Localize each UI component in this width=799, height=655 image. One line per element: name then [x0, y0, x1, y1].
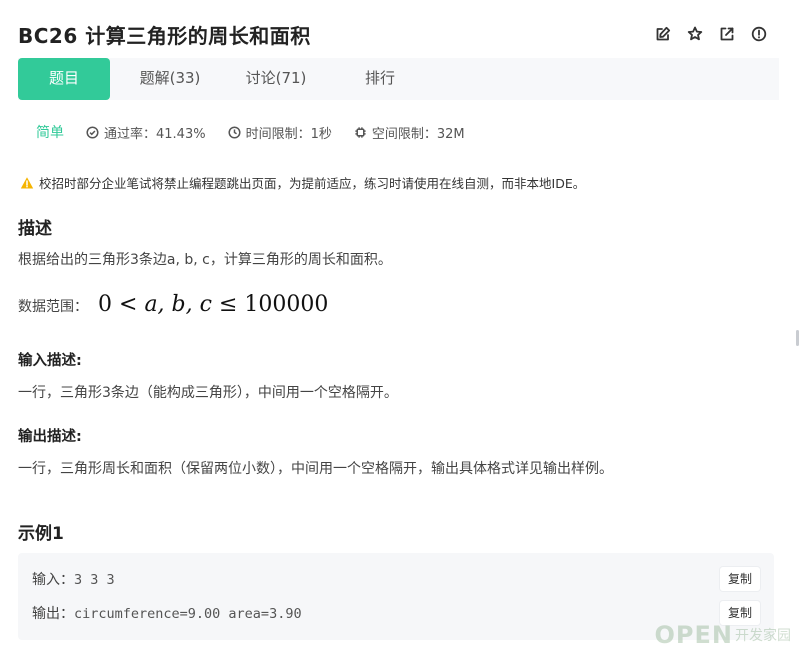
info-icon[interactable] [749, 24, 769, 44]
star-icon[interactable] [685, 24, 705, 44]
time-limit-text: 时间限制：1秒 [245, 126, 332, 142]
example-output: 输出：circumference=9.00 area=3.90 [32, 603, 302, 623]
notice-text: 校招时部分企业笔试将禁止编程题跳出页面，为提前适应，练习时请使用在线自测，而非本… [39, 176, 586, 191]
description-heading: 描述 [18, 219, 52, 239]
page-title: BC26 计算三角形的周长和面积 [18, 24, 311, 48]
watermark: OPEN 开发家园 [655, 621, 791, 649]
watermark-cn: 开发家园 [735, 628, 791, 644]
output-desc-heading: 输出描述: [18, 429, 82, 445]
check-circle-icon [86, 125, 99, 139]
chip-icon [355, 126, 366, 138]
example-input: 输入：3 3 3 [32, 569, 115, 589]
time-limit: 时间限制：1秒 [228, 123, 332, 142]
example-output-value: circumference=9.00 area=3.90 [74, 606, 302, 622]
memory-limit: 空间限制：32M [354, 123, 465, 142]
clock-icon [228, 125, 241, 139]
tab-discussion[interactable]: 讨论(71) [228, 58, 324, 100]
title-row: BC26 计算三角形的周长和面积 [18, 18, 779, 52]
difficulty-badge: 简单 [36, 125, 64, 141]
problem-meta: 简单 通过率：41.43% 时间限制：1秒 空间限制：32M [36, 122, 487, 142]
copy-input-button[interactable]: 复制 [720, 567, 760, 591]
share-icon[interactable] [717, 24, 737, 44]
data-range-formula: 0 < a, b, c ≤ 100000 [98, 292, 328, 317]
tab-problem[interactable]: 题目 [18, 58, 110, 100]
pass-rate: 通过率：41.43% [86, 123, 206, 142]
input-desc-heading: 输入描述: [18, 353, 82, 369]
description-text: 根据给出的三角形3条边a, b, c，计算三角形的周长和面积。 [18, 252, 392, 268]
exam-notice: 校招时部分企业笔试将禁止编程题跳出页面，为提前适应，练习时请使用在线自测，而非本… [20, 173, 585, 192]
edit-icon[interactable] [653, 24, 673, 44]
range-rhs: ≤ 100000 [218, 292, 329, 317]
warning-icon [20, 176, 34, 188]
example-heading: 示例1 [18, 524, 64, 544]
input-desc-text: 一行，三角形3条边（能构成三角形），中间用一个空格隔开。 [18, 385, 398, 401]
example-input-label: 输入： [32, 572, 74, 588]
watermark-en: OPEN [654, 621, 733, 649]
range-lhs: 0 < [98, 292, 138, 317]
example-output-label: 输出： [32, 606, 74, 622]
data-range-label: 数据范围： [18, 299, 88, 315]
output-desc-text: 一行，三角形周长和面积（保留两位小数），中间用一个空格隔开，输出具体格式详见输出… [18, 461, 613, 477]
title-actions [653, 24, 769, 44]
tab-bar: 题目 题解(33) 讨论(71) 排行 [18, 58, 779, 100]
pass-rate-text: 通过率：41.43% [104, 126, 206, 142]
example-input-value: 3 3 3 [74, 572, 115, 588]
tab-solutions[interactable]: 题解(33) [124, 58, 216, 100]
memory-limit-text: 空间限制：32M [371, 126, 465, 142]
tab-ranking[interactable]: 排行 [336, 58, 424, 100]
data-range: 数据范围： 0 < a, b, c ≤ 100000 [18, 292, 328, 317]
range-vars: a, b, c [144, 292, 212, 317]
